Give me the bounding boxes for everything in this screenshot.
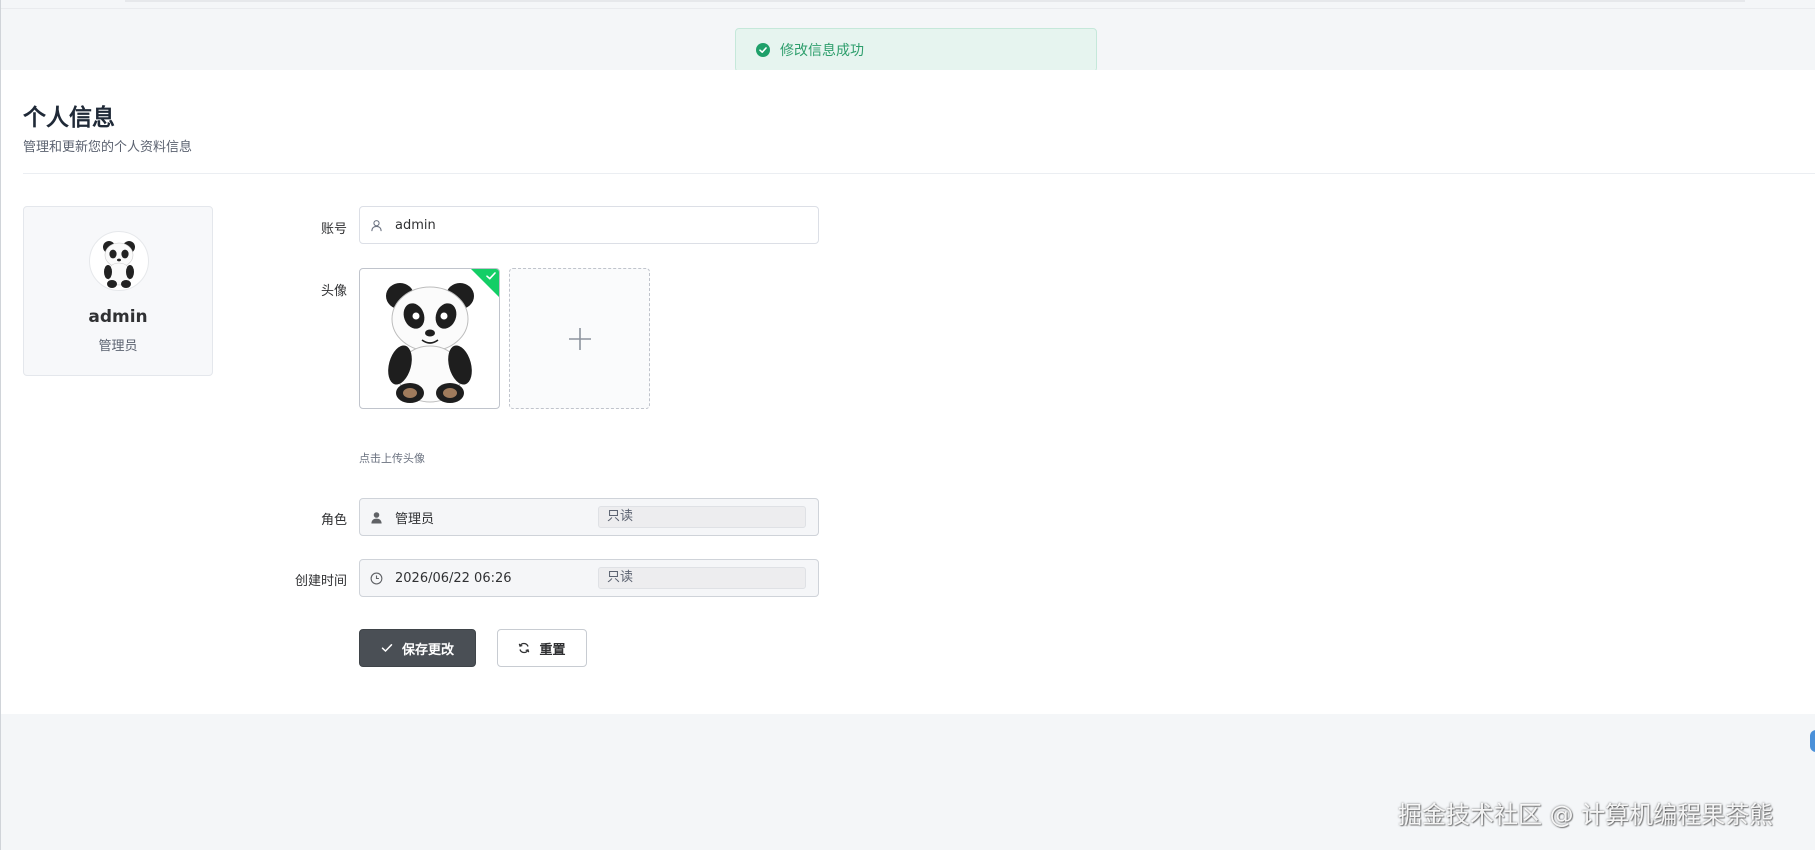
- header-divider: [23, 173, 1815, 174]
- profile-summary: admin 管理员: [23, 206, 213, 376]
- refresh-icon: [519, 642, 530, 654]
- save-button[interactable]: 保存更改: [359, 629, 476, 667]
- check-icon: [486, 272, 496, 280]
- check-circle-icon: [756, 43, 770, 57]
- page-title: 个人信息: [23, 105, 115, 131]
- plus-icon: [568, 327, 591, 350]
- upload-avatar-button[interactable]: [509, 268, 650, 409]
- avatar: [89, 231, 149, 291]
- created-at-input[interactable]: 2026/06/22 06:26 只读: [359, 559, 819, 597]
- avatar-preview[interactable]: [359, 268, 500, 409]
- role-label: 角色: [320, 513, 347, 528]
- role-input[interactable]: 管理员 只读: [359, 498, 819, 536]
- save-button-label: 保存更改: [401, 642, 454, 658]
- upload-hint: 点击上传头像: [359, 452, 425, 465]
- avatar-label: 头像: [320, 284, 347, 299]
- account-input[interactable]: admin: [359, 206, 819, 244]
- watermark: 掘金技术社区 @ 计算机编程果茶熊: [1398, 801, 1774, 829]
- profile-card: 个人信息 管理和更新您的个人资料信息 admin 管理员 账号 admin 头像…: [1, 70, 1815, 714]
- toast-message: 修改信息成功: [780, 43, 864, 59]
- user-outline-icon: [369, 218, 383, 232]
- floating-helper-button[interactable]: [1810, 730, 1815, 752]
- reset-button-label: 重置: [539, 642, 566, 658]
- created-at-label: 创建时间: [294, 574, 347, 589]
- account-value: admin: [395, 217, 436, 233]
- readonly-tag: 只读: [598, 567, 806, 589]
- created-at-value: 2026/06/22 06:26: [395, 570, 512, 586]
- top-scrollbar-track: [125, 0, 1745, 2]
- account-label: 账号: [320, 222, 347, 237]
- readonly-tag: 只读: [598, 506, 806, 528]
- role-value: 管理员: [395, 511, 435, 527]
- top-divider: [0, 8, 1815, 9]
- profile-role: 管理员: [98, 339, 138, 354]
- clock-icon: [369, 571, 383, 585]
- success-toast: 修改信息成功: [735, 28, 1097, 72]
- page-subtitle: 管理和更新您的个人资料信息: [23, 140, 193, 155]
- profile-name: admin: [88, 307, 148, 327]
- panda-avatar-icon: [103, 241, 135, 288]
- check-icon: [381, 644, 393, 653]
- reset-button[interactable]: 重置: [497, 629, 587, 667]
- user-solid-icon: [369, 510, 383, 524]
